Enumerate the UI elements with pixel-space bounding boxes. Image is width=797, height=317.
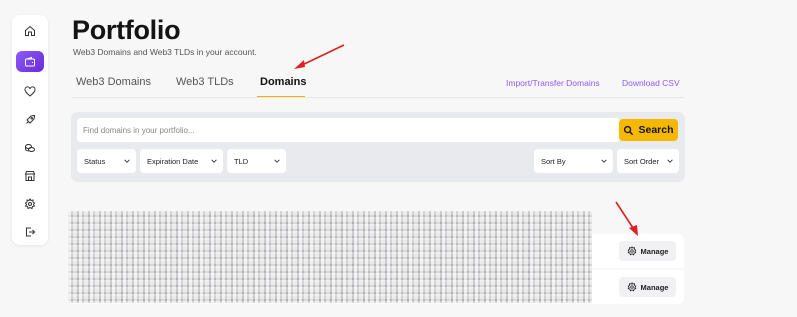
manage-button-label: Manage: [640, 246, 669, 256]
logout-icon: [26, 227, 36, 237]
manage-button[interactable]: Manage: [619, 277, 676, 297]
sidebar-item-logout[interactable]: [16, 223, 44, 240]
manage-button[interactable]: Manage: [619, 241, 676, 261]
manage-button-label: Manage: [640, 282, 669, 292]
chevron-down-icon: [667, 159, 673, 163]
sidebar-item-settings[interactable]: [16, 195, 44, 212]
status-filter[interactable]: Status: [77, 149, 136, 173]
status-filter-label: Status: [84, 156, 106, 166]
home-icon: [25, 26, 35, 37]
rocket-icon: [26, 114, 36, 124]
tab-domains[interactable]: Domains: [260, 76, 306, 88]
annotation-arrow-icon: [294, 44, 345, 69]
tab-web3-domains[interactable]: Web3 Domains: [76, 76, 151, 88]
expiration-date-filter[interactable]: Expiration Date: [140, 149, 223, 173]
gear-icon: [24, 197, 36, 209]
coins-icon: [25, 143, 35, 152]
sidebar-item-coins[interactable]: [16, 139, 44, 156]
page-title: Portfolio: [72, 15, 181, 45]
sidebar-item-wallet[interactable]: [16, 50, 44, 73]
search-button[interactable]: Search: [619, 119, 678, 141]
domain-results: Manage Manage: [68, 211, 684, 305]
sidebar-item-marketplace[interactable]: [16, 167, 44, 184]
chevron-down-icon: [274, 159, 280, 163]
search-panel: Search Status Expiration Date TLD Sort B…: [71, 112, 685, 182]
chevron-down-icon: [124, 159, 130, 163]
search-input[interactable]: [77, 118, 620, 142]
tld-filter[interactable]: TLD: [227, 149, 286, 173]
wallet-icon: [25, 56, 35, 67]
chevron-down-icon: [601, 159, 607, 163]
gear-icon: [627, 282, 636, 292]
import-transfer-link[interactable]: Import/Transfer Domains: [506, 78, 600, 88]
gear-icon: [627, 246, 636, 256]
portfolio-tabs: Web3 Domains Web3 TLDs Domains Import/Tr…: [72, 70, 684, 98]
page-subtitle: Web3 Domains and Web3 TLDs in your accou…: [73, 47, 257, 57]
tld-filter-label: TLD: [234, 156, 249, 166]
sidebar-item-home[interactable]: [16, 23, 44, 40]
tab-web3-tlds[interactable]: Web3 TLDs: [176, 76, 234, 88]
expiration-date-filter-label: Expiration Date: [147, 156, 199, 166]
redacted-domain-list: [68, 211, 592, 303]
chevron-down-icon: [211, 159, 217, 163]
sort-order-select[interactable]: Sort Order: [617, 149, 679, 173]
tabs-divider: [72, 97, 684, 98]
sidebar-item-launch[interactable]: [16, 111, 44, 128]
store-icon: [24, 170, 36, 181]
heart-icon: [24, 86, 36, 97]
sidebar-item-favorites[interactable]: [16, 83, 44, 100]
annotation-arrow-icon: [615, 201, 638, 236]
sort-by-select[interactable]: Sort By: [534, 149, 613, 173]
download-csv-link[interactable]: Download CSV: [622, 78, 680, 88]
sort-order-label: Sort Order: [624, 156, 660, 166]
search-button-label: Search: [638, 124, 674, 136]
search-icon: [624, 125, 634, 135]
sort-by-label: Sort By: [541, 156, 566, 166]
sidebar: [12, 15, 48, 245]
